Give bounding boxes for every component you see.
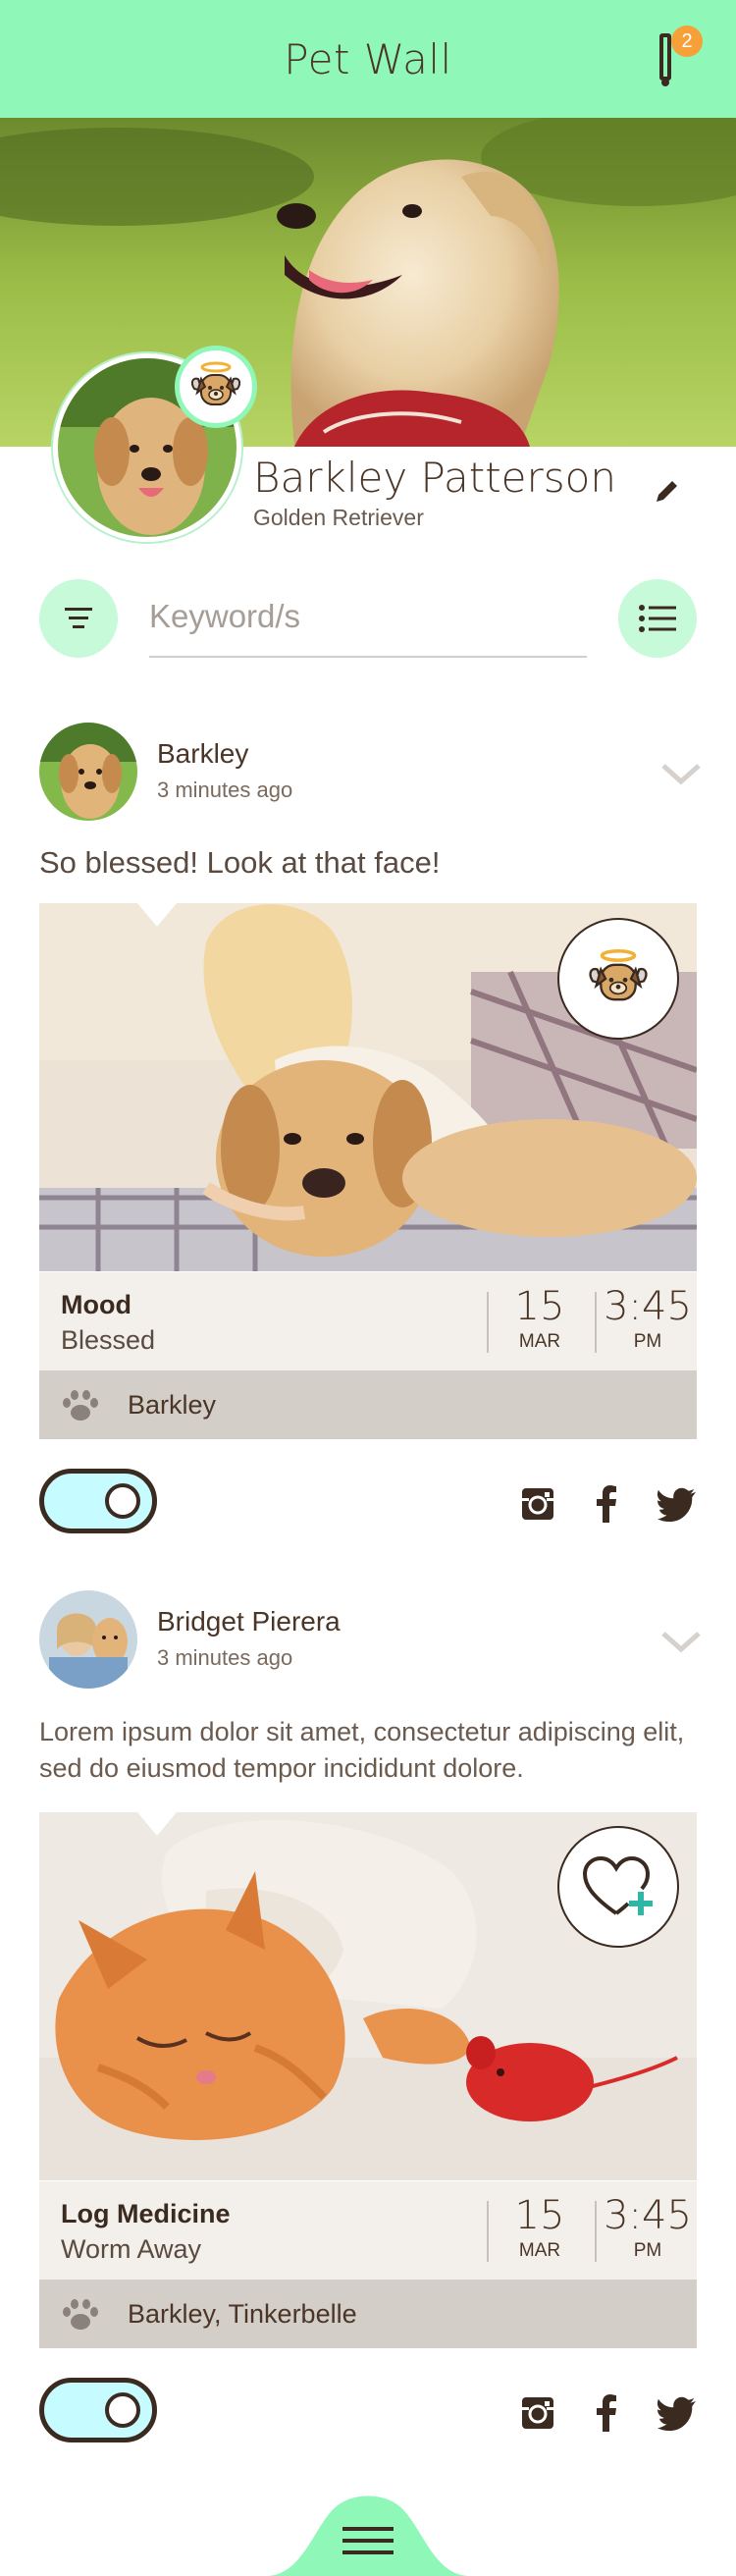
- meta-divider: [595, 1292, 597, 1353]
- post-text: So blessed! Look at that face!: [39, 845, 441, 880]
- meta-time: 3:45: [604, 2193, 692, 2238]
- instagram-share-button[interactable]: [518, 1484, 557, 1524]
- post-timestamp: 3 minutes ago: [157, 778, 293, 802]
- list-icon: [639, 605, 676, 632]
- post-meta: Mood Blessed 15 MAR 3:45 PM: [39, 1272, 697, 1370]
- post-options-button[interactable]: [659, 1628, 703, 1657]
- facebook-share-button[interactable]: [587, 2393, 626, 2433]
- instagram-share-button[interactable]: [518, 2393, 557, 2433]
- facebook-share-button[interactable]: [587, 1484, 626, 1524]
- filter-icon: [65, 608, 92, 628]
- facebook-icon: [597, 2394, 616, 2432]
- notification-badge: 2: [671, 26, 703, 57]
- meta-month: MAR: [518, 1331, 561, 1352]
- pencil-icon: [657, 481, 677, 502]
- meta-day: 15: [514, 1284, 565, 1329]
- angel-dog-icon: [589, 948, 648, 1001]
- heart-plus-icon: [582, 1855, 653, 1915]
- profile-name: Barkley Patterson: [253, 454, 616, 502]
- pet-tags: Barkley: [39, 1370, 697, 1439]
- post-author-avatar[interactable]: [39, 1590, 137, 1689]
- search-field[interactable]: [149, 587, 587, 658]
- meta-ampm: PM: [633, 2240, 662, 2261]
- chevron-down-icon: [661, 764, 701, 785]
- meta-title: Log Medicine: [61, 2199, 231, 2228]
- meta-ampm: PM: [633, 1331, 662, 1352]
- meta-day: 15: [514, 2193, 565, 2238]
- toggle-knob: [105, 1483, 140, 1519]
- angel-dog-badge[interactable]: [175, 346, 257, 428]
- post-badge[interactable]: [557, 918, 679, 1040]
- edit-profile-button[interactable]: [648, 471, 687, 510]
- search-input[interactable]: [149, 587, 587, 646]
- paw-icon: [63, 1390, 98, 1421]
- meta-divider: [595, 2201, 597, 2262]
- pet-tags: Barkley, Tinkerbelle: [39, 2280, 697, 2348]
- post-author-name[interactable]: Barkley: [157, 738, 248, 770]
- hamburger-menu-icon: [266, 2496, 470, 2576]
- post-options-button[interactable]: [659, 760, 703, 789]
- post-author-name[interactable]: Bridget Pierera: [157, 1606, 341, 1637]
- photo-notch: [137, 903, 177, 927]
- post-meta: Log Medicine Worm Away 15 MAR 3:45 PM: [39, 2181, 697, 2280]
- meta-title: Mood: [61, 1290, 131, 1319]
- filter-button[interactable]: [39, 579, 118, 658]
- pet-tag-names[interactable]: Barkley: [128, 1390, 216, 1421]
- meta-time: 3:45: [604, 1284, 692, 1329]
- photo-notch: [137, 1812, 177, 1836]
- app-header: Pet Wall 2: [0, 0, 736, 118]
- list-view-button[interactable]: [618, 579, 697, 658]
- instagram-icon: [522, 2397, 553, 2429]
- twitter-icon: [657, 1487, 697, 1522]
- favorite-add-button[interactable]: [557, 1826, 679, 1948]
- app-title: Pet Wall: [284, 34, 452, 83]
- post-timestamp: 3 minutes ago: [157, 1645, 293, 1670]
- meta-value: Blessed: [61, 1325, 156, 1355]
- facebook-icon: [597, 1485, 616, 1523]
- post-toggle[interactable]: [39, 2378, 157, 2442]
- twitter-share-button[interactable]: [657, 2393, 697, 2433]
- meta-month: MAR: [518, 2240, 561, 2261]
- notification-button[interactable]: 2: [654, 26, 703, 90]
- alert-icon: [659, 33, 671, 86]
- toggle-knob: [105, 2392, 140, 2428]
- paw-icon: [63, 2299, 98, 2330]
- post-text: Lorem ipsum dolor sit amet, consectetur …: [39, 1717, 685, 1783]
- chevron-down-icon: [661, 1632, 701, 1653]
- menu-button[interactable]: [266, 2492, 470, 2576]
- meta-divider: [487, 2201, 489, 2262]
- twitter-icon: [657, 2396, 697, 2431]
- profile-breed: Golden Retriever: [253, 505, 424, 530]
- instagram-icon: [522, 1488, 553, 1520]
- angel-dog-icon: [190, 361, 241, 405]
- twitter-share-button[interactable]: [657, 1484, 697, 1524]
- pet-tag-names[interactable]: Barkley, Tinkerbelle: [128, 2299, 357, 2330]
- post-author-avatar[interactable]: [39, 723, 137, 821]
- meta-value: Worm Away: [61, 2234, 202, 2264]
- meta-divider: [487, 1292, 489, 1353]
- post-toggle[interactable]: [39, 1469, 157, 1533]
